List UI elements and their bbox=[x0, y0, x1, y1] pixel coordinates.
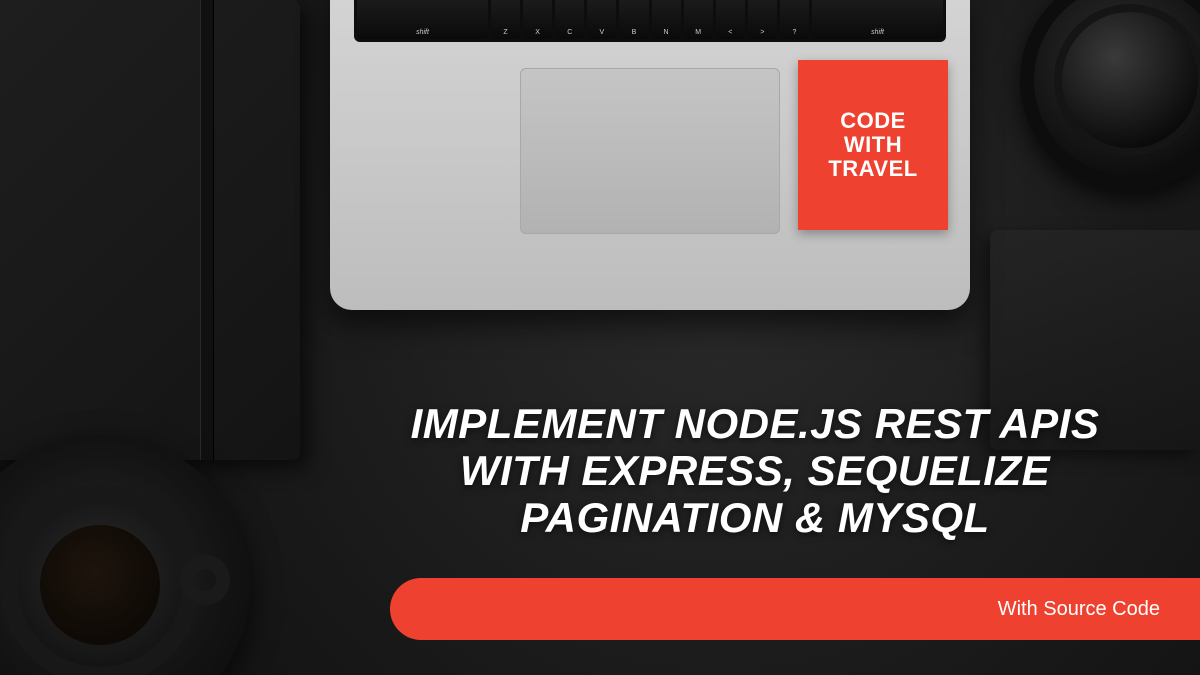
laptop: shift Z X C V B N M < > ? shift CODE WIT… bbox=[330, 0, 970, 310]
key-x: X bbox=[523, 0, 552, 39]
subtitle-pill: With Source Code bbox=[390, 578, 1200, 640]
key-slash: ? bbox=[780, 0, 809, 39]
title-line2: WITH EXPRESS, SEQUELIZE bbox=[320, 447, 1190, 494]
camera-lens bbox=[1020, 0, 1200, 190]
key-gt: > bbox=[748, 0, 777, 39]
key-c: C bbox=[555, 0, 584, 39]
cup-handle bbox=[180, 555, 230, 605]
key-m: M bbox=[684, 0, 713, 39]
touchpad bbox=[520, 68, 780, 234]
logo-sticker: CODE WITH TRAVEL bbox=[798, 60, 948, 230]
key-v: V bbox=[587, 0, 616, 39]
notebook-left bbox=[0, 0, 300, 460]
title-line3: PAGINATION & MYSQL bbox=[320, 494, 1190, 541]
key-lt: < bbox=[716, 0, 745, 39]
key-b: B bbox=[619, 0, 648, 39]
subtitle-text: With Source Code bbox=[998, 598, 1160, 621]
main-title: IMPLEMENT NODE.JS REST APIS WITH EXPRESS… bbox=[320, 400, 1190, 541]
coffee-liquid bbox=[40, 525, 160, 645]
logo-line3: TRAVEL bbox=[828, 157, 917, 181]
desk-background: shift Z X C V B N M < > ? shift CODE WIT… bbox=[0, 0, 1200, 675]
key-shift-right: shift bbox=[812, 0, 943, 39]
key-n: N bbox=[652, 0, 681, 39]
key-shift-left: shift bbox=[357, 0, 488, 39]
title-line1: IMPLEMENT NODE.JS REST APIS bbox=[320, 400, 1190, 447]
keyboard: shift Z X C V B N M < > ? shift bbox=[354, 0, 946, 42]
coffee-cup bbox=[0, 435, 250, 675]
logo-line2: WITH bbox=[844, 133, 902, 157]
key-z: Z bbox=[491, 0, 520, 39]
notebook-elastic-band bbox=[200, 0, 214, 460]
logo-line1: CODE bbox=[840, 109, 906, 133]
